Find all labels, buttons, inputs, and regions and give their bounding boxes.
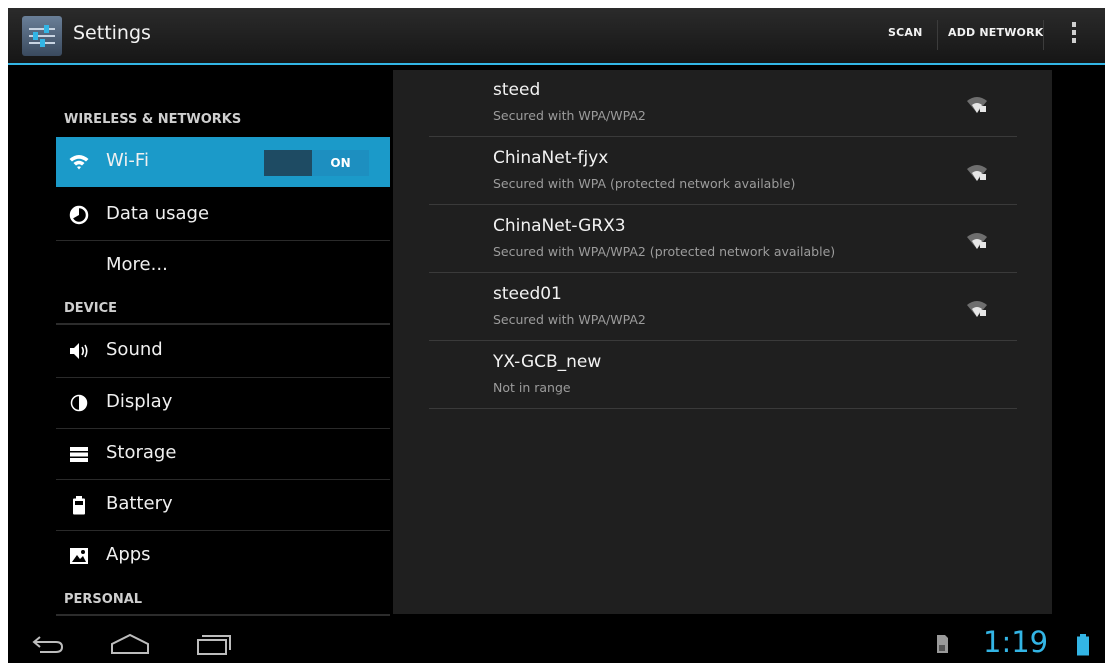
- sidebar-item-sound[interactable]: Sound: [56, 326, 390, 376]
- overflow-menu-icon[interactable]: [1070, 22, 1078, 48]
- divider: [429, 204, 1017, 205]
- wifi-lock-icon: [966, 161, 988, 183]
- section-header-wireless: WIRELESS & NETWORKS: [64, 112, 242, 127]
- apps-icon: [68, 546, 90, 566]
- section-divider: [56, 614, 390, 616]
- data-usage-icon: [68, 205, 90, 225]
- divider: [429, 136, 1017, 137]
- network-list-item[interactable]: steed Secured with WPA/WPA2: [429, 70, 1017, 137]
- add-network-button[interactable]: ADD NETWORK: [948, 26, 1044, 39]
- sidebar-item-label: Storage: [106, 442, 177, 463]
- battery-status-icon: [1076, 633, 1090, 661]
- network-list-item[interactable]: ChinaNet-GRX3 Secured with WPA/WPA2 (pro…: [429, 206, 1017, 273]
- action-separator: [937, 20, 938, 50]
- network-list-item[interactable]: ChinaNet-fjyx Secured with WPA (protecte…: [429, 138, 1017, 205]
- network-list-item[interactable]: steed01 Secured with WPA/WPA2: [429, 274, 1017, 341]
- home-icon[interactable]: [108, 631, 152, 661]
- network-status: Not in range: [493, 380, 571, 395]
- sidebar-item-label: Display: [106, 391, 173, 412]
- network-list-item[interactable]: YX-GCB_new Not in range: [429, 342, 1017, 409]
- sidebar-item-label: Apps: [106, 544, 151, 565]
- wifi-icon: [68, 152, 90, 172]
- network-ssid: ChinaNet-fjyx: [493, 148, 609, 168]
- sd-card-icon: [934, 633, 950, 659]
- network-status: Secured with WPA/WPA2: [493, 312, 646, 327]
- section-divider: [56, 323, 390, 325]
- sidebar-item-data-usage[interactable]: Data usage: [56, 190, 390, 240]
- network-ssid: steed01: [493, 284, 562, 304]
- display-icon: [68, 393, 90, 413]
- sidebar-item-label: More...: [106, 254, 168, 275]
- network-ssid: ChinaNet-GRX3: [493, 216, 626, 236]
- sound-icon: [68, 341, 90, 361]
- system-nav-bar: 1:19: [8, 625, 1105, 663]
- toggle-state-label: ON: [330, 156, 351, 170]
- android-screen: Settings SCAN ADD NETWORK WIRELESS & NET…: [8, 8, 1105, 663]
- sidebar-item-label: Wi-Fi: [106, 150, 149, 171]
- section-header-device: DEVICE: [64, 301, 117, 316]
- wifi-lock-icon: [966, 93, 988, 115]
- network-ssid: YX-GCB_new: [493, 352, 602, 372]
- wifi-network-list: steed Secured with WPA/WPA2 ChinaNet-fjy…: [393, 70, 1052, 614]
- action-separator: [1043, 20, 1044, 50]
- sidebar-item-label: Data usage: [106, 203, 210, 224]
- recents-icon[interactable]: [194, 631, 234, 661]
- wifi-lock-icon: [966, 229, 988, 251]
- battery-icon: [68, 495, 90, 515]
- sidebar-item-storage[interactable]: Storage: [56, 429, 390, 479]
- action-bar: Settings SCAN ADD NETWORK: [8, 8, 1105, 63]
- settings-sliders-icon[interactable]: [22, 16, 62, 56]
- divider: [429, 272, 1017, 273]
- scan-button[interactable]: SCAN: [888, 26, 923, 39]
- network-status: Secured with WPA/WPA2: [493, 108, 646, 123]
- section-header-personal: PERSONAL: [64, 592, 143, 607]
- sidebar-item-label: Sound: [106, 339, 163, 360]
- wifi-toggle[interactable]: ON: [264, 150, 369, 176]
- sidebar-item-more[interactable]: More...: [56, 241, 390, 291]
- network-status: Secured with WPA (protected network avai…: [493, 176, 796, 191]
- back-icon[interactable]: [30, 631, 66, 661]
- network-ssid: steed: [493, 80, 541, 100]
- divider: [429, 408, 1017, 409]
- sidebar-item-label: Battery: [106, 493, 173, 514]
- storage-icon: [68, 444, 90, 464]
- status-clock: 1:19: [983, 625, 1049, 659]
- sidebar-item-apps[interactable]: Apps: [56, 531, 390, 581]
- network-status: Secured with WPA/WPA2 (protected network…: [493, 244, 836, 259]
- wifi-lock-icon: [966, 297, 988, 319]
- page-title: Settings: [73, 22, 151, 44]
- divider: [429, 340, 1017, 341]
- settings-sidebar: WIRELESS & NETWORKS Wi-Fi ON Data usage …: [54, 65, 390, 625]
- sidebar-item-wifi[interactable]: Wi-Fi ON: [56, 137, 390, 187]
- sidebar-item-display[interactable]: Display: [56, 378, 390, 428]
- sidebar-item-battery[interactable]: Battery: [56, 480, 390, 530]
